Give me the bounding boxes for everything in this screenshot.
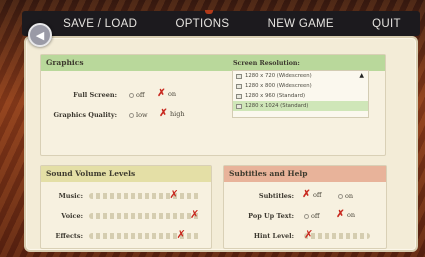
full-screen-off-radio: [129, 92, 134, 98]
subtitles-on-option[interactable]: on: [338, 192, 353, 200]
full-screen-on-option[interactable]: ✗ on: [157, 88, 177, 99]
music-slider[interactable]: ✗: [89, 189, 201, 200]
quality-high-option[interactable]: ✗ high: [159, 108, 185, 119]
resolution-item[interactable]: 1280 x 960 (Standard): [233, 91, 368, 101]
resolution-label: 1280 x 1024 (Standard): [245, 103, 309, 109]
options-panel: Graphics Full Screen: off ✗ on Graphics …: [24, 36, 418, 252]
scroll-up-icon[interactable]: ▲: [359, 72, 364, 79]
x-mark-icon: ✗: [159, 108, 168, 119]
monitor-icon: [236, 83, 242, 89]
resolution-label: 1280 x 960 (Standard): [245, 93, 306, 99]
resolution-item-selected[interactable]: 1280 x 1024 (Standard): [233, 101, 368, 111]
menu-notch: [205, 10, 213, 14]
sound-title: Sound Volume Levels: [41, 166, 211, 182]
effects-slider-thumb[interactable]: ✗: [177, 229, 186, 240]
full-screen-label: Full Screen:: [73, 91, 117, 99]
popup-text-label: Pop Up Text:: [248, 212, 294, 220]
x-mark-icon: ✗: [302, 189, 311, 200]
x-mark-icon: ✗: [157, 88, 166, 99]
quality-low-option[interactable]: low: [129, 111, 148, 119]
full-screen-off-label: off: [136, 91, 145, 99]
full-screen-on-label: on: [168, 90, 177, 98]
monitor-icon: [236, 73, 242, 79]
monitor-icon: [236, 93, 242, 99]
full-screen-off-option[interactable]: off: [129, 91, 145, 99]
sound-section: Sound Volume Levels Music: ✗ Voice: ✗ Ef…: [40, 165, 212, 249]
subtitles-off-label: off: [313, 191, 322, 199]
resolution-list[interactable]: ▲ 1280 x 720 (Widescreen) 1280 x 800 (Wi…: [232, 70, 369, 118]
quality-low-radio: [129, 112, 134, 118]
resolution-item[interactable]: 1280 x 800 (Widescreen): [233, 81, 368, 91]
options-button[interactable]: OPTIONS: [175, 18, 229, 30]
popup-on-option[interactable]: ✗ on: [336, 209, 356, 220]
help-title: Subtitles and Help: [224, 166, 386, 182]
monitor-icon: [236, 103, 242, 109]
quit-button[interactable]: QUIT: [372, 18, 401, 30]
effects-label: Effects:: [55, 232, 83, 240]
subtitles-on-label: on: [345, 192, 354, 200]
subtitles-on-radio: [338, 193, 343, 199]
voice-slider[interactable]: ✗: [89, 209, 201, 220]
back-arrow-button[interactable]: ◀: [28, 23, 52, 47]
effects-slider[interactable]: ✗: [89, 229, 201, 240]
save-load-button[interactable]: SAVE / LOAD: [63, 18, 137, 30]
popup-off-radio: [304, 213, 309, 219]
music-label: Music:: [58, 192, 83, 200]
graphics-quality-label: Graphics Quality:: [53, 111, 117, 119]
subtitles-off-option[interactable]: ✗ off: [302, 189, 322, 200]
new-game-button[interactable]: NEW GAME: [268, 18, 334, 30]
subtitles-label: Subtitles:: [258, 192, 294, 200]
hint-level-label: Hint Level:: [253, 232, 294, 240]
popup-off-option[interactable]: off: [304, 212, 320, 220]
voice-label: Voice:: [61, 212, 83, 220]
music-slider-thumb[interactable]: ✗: [169, 189, 178, 200]
quality-low-label: low: [136, 111, 148, 119]
hint-level-slider-thumb[interactable]: ✗: [304, 229, 313, 240]
resolution-item[interactable]: 1280 x 720 (Widescreen): [233, 71, 368, 81]
top-menu-bar: SAVE / LOAD OPTIONS NEW GAME QUIT: [22, 11, 420, 36]
resolution-label: 1280 x 720 (Widescreen): [245, 73, 312, 79]
help-section: Subtitles and Help Subtitles: ✗ off on P…: [223, 165, 387, 249]
resolution-label: 1280 x 800 (Widescreen): [245, 83, 312, 89]
screen-resolution-label: Screen Resolution:: [233, 60, 300, 67]
quality-high-label: high: [170, 110, 185, 118]
hint-level-slider[interactable]: ✗: [304, 229, 370, 240]
graphics-title: Graphics: [41, 55, 385, 71]
popup-off-label: off: [311, 212, 320, 220]
popup-on-label: on: [347, 211, 356, 219]
graphics-section: Graphics Full Screen: off ✗ on Graphics …: [40, 54, 386, 156]
voice-slider-thumb[interactable]: ✗: [190, 209, 199, 220]
x-mark-icon: ✗: [336, 209, 345, 220]
